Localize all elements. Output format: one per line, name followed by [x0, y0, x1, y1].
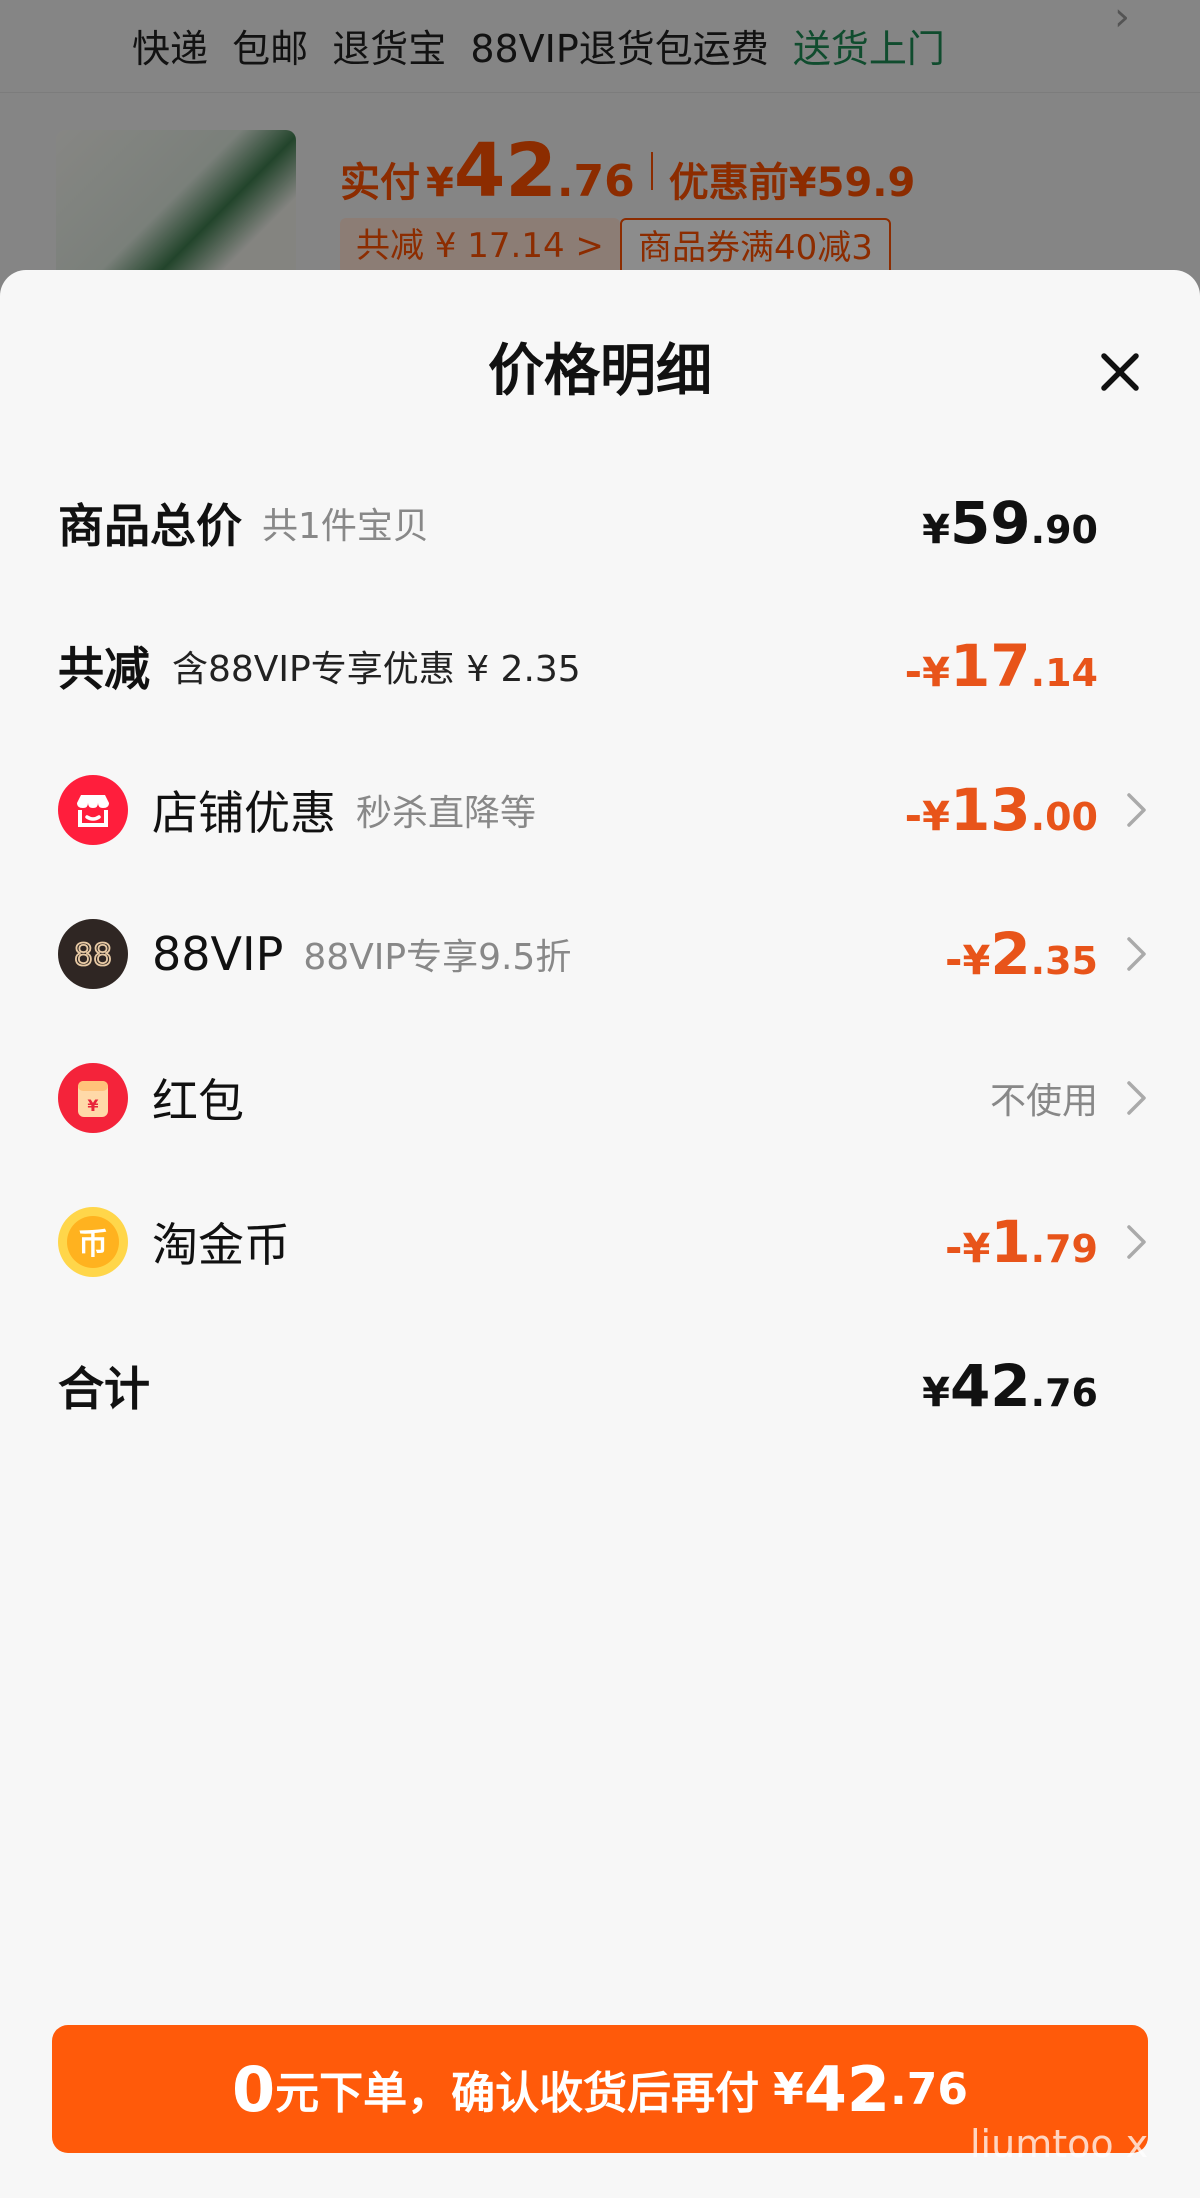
tao-coin-label: 淘金币	[152, 1218, 290, 1272]
currency-symbol: ¥	[962, 938, 991, 984]
currency-symbol: ¥	[962, 1226, 991, 1272]
store-discount-note: 秒杀直降等	[356, 793, 537, 834]
minus-sign: -	[904, 647, 923, 696]
tao-coin-amount: -¥1.79	[945, 1208, 1098, 1276]
goods-total-amount: ¥59.90	[922, 489, 1098, 557]
amount-decimal: .14	[1030, 651, 1098, 695]
minus-sign: -	[904, 791, 923, 840]
row-store-discount[interactable]: 店铺优惠 秒杀直降等 -¥13.00	[58, 760, 1148, 860]
amount-integer: 2	[990, 920, 1031, 988]
chevron-right-icon	[1112, 1048, 1148, 1148]
amount-decimal: .35	[1030, 939, 1098, 983]
svg-text:币: 币	[78, 1227, 108, 1262]
close-button[interactable]	[1090, 342, 1150, 402]
row-88vip-discount[interactable]: 88 88VIP 88VIP专享9.5折 -¥2.35	[58, 904, 1148, 1004]
row-total-reduction: 共减 含88VIP专享优惠 ¥ 2.35 -¥17.14	[58, 616, 1148, 716]
currency-symbol: ¥	[773, 2063, 804, 2115]
amount-integer: 1	[990, 1208, 1031, 1276]
88vip-amount: -¥2.35	[945, 920, 1098, 988]
red-packet-status: 不使用	[989, 1081, 1098, 1122]
amount-integer: 42	[803, 2052, 891, 2126]
currency-symbol: ¥	[922, 507, 950, 553]
88vip-icon: 88	[58, 919, 128, 989]
order-button-text: 元下单，确认收货后再付	[275, 2068, 760, 2119]
order-lead-number: 0	[232, 2052, 276, 2126]
close-icon	[1101, 353, 1139, 391]
amount-integer: 59	[949, 489, 1031, 557]
price-detail-sheet: 价格明细 商品总价 共1件宝贝 ¥59.90 共减 含88VIP专享优惠 ¥ 2…	[0, 270, 1200, 2198]
amount-integer: 13	[949, 776, 1031, 844]
amount-decimal: .76	[1030, 1371, 1098, 1415]
88vip-note: 88VIP专享9.5折	[303, 937, 572, 978]
goods-total-count: 共1件宝贝	[262, 506, 429, 547]
chevron-right-icon	[1112, 1192, 1148, 1292]
amount-decimal: .00	[1030, 795, 1098, 839]
total-reduction-amount: -¥17.14	[905, 632, 1098, 700]
row-tao-coin[interactable]: 币 淘金币 -¥1.79	[58, 1192, 1148, 1292]
sheet-title: 价格明细	[488, 339, 712, 404]
coin-icon: 币	[58, 1207, 128, 1277]
total-reduction-note: 含88VIP专享优惠 ¥ 2.35	[172, 649, 581, 690]
store-discount-label: 店铺优惠	[152, 786, 336, 840]
amount-decimal: .76	[890, 2063, 968, 2115]
minus-sign: -	[945, 1223, 963, 1272]
red-packet-icon: ¥	[58, 1063, 128, 1133]
row-grand-total: 合计 ¥42.76	[58, 1336, 1148, 1436]
currency-symbol: ¥	[922, 794, 950, 840]
red-packet-label: 红包	[152, 1074, 244, 1128]
svg-text:¥: ¥	[87, 1096, 98, 1115]
row-goods-total: 商品总价 共1件宝贝 ¥59.90	[58, 473, 1148, 573]
amount-integer: 17	[949, 632, 1031, 700]
total-reduction-label: 共减	[58, 642, 150, 696]
goods-total-label: 商品总价	[58, 499, 242, 553]
chevron-right-icon	[1112, 760, 1148, 860]
svg-text:88: 88	[74, 938, 112, 973]
grand-total-amount: ¥42.76	[922, 1352, 1098, 1420]
row-red-packet[interactable]: ¥ 红包 不使用	[58, 1048, 1148, 1148]
currency-symbol: ¥	[922, 650, 950, 696]
88vip-label: 88VIP	[152, 927, 284, 981]
amount-decimal: .79	[1030, 1227, 1098, 1271]
amount-decimal: .90	[1030, 508, 1098, 552]
grand-total-label: 合计	[58, 1362, 150, 1416]
minus-sign: -	[945, 935, 963, 984]
store-icon	[58, 775, 128, 845]
currency-symbol: ¥	[922, 1370, 950, 1416]
watermark: liumtoo x	[970, 2122, 1149, 2166]
chevron-right-icon	[1112, 904, 1148, 1004]
store-discount-amount: -¥13.00	[905, 776, 1098, 844]
amount-integer: 42	[949, 1352, 1031, 1420]
